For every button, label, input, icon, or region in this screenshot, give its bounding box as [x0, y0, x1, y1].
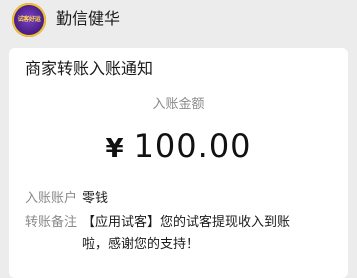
avatar-logo-text: 试客好运	[17, 16, 41, 23]
avatar[interactable]: 试客好运	[12, 3, 46, 37]
field-row-remark: 转账备注 【应用试客】您的试客提现收入到账啦，感谢您的支持！	[25, 212, 292, 256]
field-value-remark: 【应用试客】您的试客提现收入到账啦，感谢您的支持！	[82, 215, 291, 252]
notification-title: 商家转账入账通知	[25, 59, 154, 78]
official-account-header: 试客好运 勤信健华	[0, 0, 357, 40]
avatar-logo-icon: 试客好运	[15, 6, 43, 34]
field-label-remark: 转账备注	[25, 215, 78, 230]
field-label-account: 入账账户	[25, 191, 78, 206]
amount-label: 入账金额	[152, 97, 205, 112]
amount-display: ¥ 100.00	[9, 128, 348, 164]
transfer-notification-card[interactable]: 商家转账入账通知 入账金额 ¥ 100.00 入账账户 零钱 转账备注 【应用试…	[9, 48, 348, 278]
amount-value: 100.00	[133, 127, 252, 165]
field-value-account: 零钱	[82, 191, 109, 206]
field-row-account: 入账账户 零钱	[25, 188, 292, 210]
account-name[interactable]: 勤信健华	[56, 9, 120, 29]
currency-symbol: ¥	[105, 134, 124, 164]
